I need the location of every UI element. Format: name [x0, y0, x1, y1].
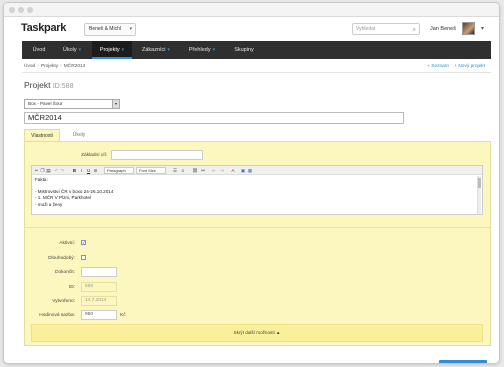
italic-icon[interactable]: I	[79, 167, 84, 174]
paragraph-select-value: Paragraph	[107, 168, 126, 173]
long-term-checkbox[interactable]	[81, 255, 86, 260]
user-menu-chevron-icon[interactable]: ▾	[481, 25, 484, 32]
chevron-down-icon: ▾	[121, 47, 125, 53]
main-navbar: Úvod Úkoly ▾ Projekty ▾ Zákazníci ▾ Přehled…	[22, 41, 491, 59]
table-icon[interactable]: ▦	[247, 167, 253, 174]
minimize-window-icon[interactable]	[18, 7, 24, 13]
divider	[22, 72, 491, 73]
created-label: Vytvořeno:	[52, 299, 75, 304]
clear-format-icon[interactable]: ⊘	[93, 167, 98, 174]
nav-item-prehledy[interactable]: Přehledy ▾	[182, 41, 222, 59]
window-titlebar	[4, 3, 499, 17]
editor-line: - muži a ženy	[35, 201, 63, 207]
search-input[interactable]: Vyhledat ⌕	[352, 23, 420, 35]
app-logo[interactable]: Taskpark	[21, 22, 66, 34]
close-window-icon[interactable]	[9, 7, 15, 13]
breadcrumb: Úvod › Projekty › MČR2014	[24, 64, 85, 69]
cut-icon[interactable]: ✂	[34, 167, 39, 174]
link-icon[interactable]: ⛓	[192, 167, 198, 174]
nav-item-label: Zákazníci	[141, 47, 166, 53]
page-title-text: Projekt	[24, 80, 51, 90]
browser-window: Taskpark Beneš & Michl ▾ Vyhledat ⌕ Jan …	[3, 2, 500, 364]
properties-panel: Základní cíl: ✂ ❐ ▤ ↶ ↷ B I U ⊘ Paragrap…	[24, 141, 491, 346]
maximize-window-icon[interactable]	[27, 7, 33, 13]
base-goal-input[interactable]	[111, 150, 203, 160]
breadcrumb-separator: ›	[60, 64, 62, 69]
hourly-rate-label: Hodinová sazba:	[39, 313, 75, 318]
deadline-label: Dokončit:	[55, 270, 75, 275]
copy-icon[interactable]: ❐	[40, 167, 45, 174]
breadcrumb-item[interactable]: Projekty	[41, 64, 58, 69]
page-title-id: ID:588	[52, 83, 74, 90]
paragraph-select[interactable]: Paragraph	[104, 167, 134, 174]
long-term-label: Dlouhodobý:	[48, 256, 75, 261]
breadcrumb-separator: ›	[37, 64, 39, 69]
base-goal-label: Základní cíl:	[81, 153, 107, 158]
search-icon[interactable]: ⌕	[413, 25, 416, 35]
font-size-select[interactable]: Font Size	[136, 167, 166, 174]
panel-divider	[25, 227, 490, 228]
bullet-list-icon[interactable]: ☰	[172, 167, 178, 174]
search-placeholder: Vyhledat	[356, 26, 376, 32]
id-label: ID:	[68, 285, 75, 290]
breadcrumb-item[interactable]: Úvod	[24, 64, 35, 69]
project-name-input[interactable]: MČR2014	[24, 112, 404, 124]
bold-icon[interactable]: B	[72, 167, 77, 174]
user-name[interactable]: Jan Beneš	[430, 26, 456, 32]
nav-item-label: Úvod	[32, 47, 46, 53]
company-select-label: Beneš & Michl	[89, 26, 121, 32]
top-links: « Seznam + Nový projekt	[423, 64, 485, 69]
editor-toolbar: ✂ ❐ ▤ ↶ ↷ B I U ⊘ Paragraph Font Size ☰ …	[32, 166, 482, 175]
unlink-icon[interactable]: ⚯	[200, 167, 206, 174]
undo-icon[interactable]: ↶	[54, 167, 59, 174]
toggle-more-options-button[interactable]: Skrýt další možnosti ▲	[31, 324, 483, 342]
hourly-rate-input[interactable]: 950	[81, 310, 117, 320]
numbered-list-icon[interactable]: ≡	[180, 167, 186, 174]
nav-item-ukoly[interactable]: Úkoly ▾	[55, 41, 89, 59]
nav-item-zakaznici[interactable]: Zákazníci ▾	[135, 41, 177, 59]
new-project-link[interactable]: + Nový projekt	[454, 64, 485, 69]
page-title: Projekt ID:588	[24, 80, 73, 90]
image-icon[interactable]: ▣	[240, 167, 246, 174]
outdent-icon[interactable]: ⇤	[211, 167, 217, 174]
chevron-down-icon: ▾	[212, 47, 216, 53]
redo-icon[interactable]: ↷	[60, 167, 65, 174]
active-label: Aktivní:	[59, 241, 75, 246]
save-button[interactable]	[439, 360, 487, 363]
chevron-down-icon: ▾	[129, 26, 132, 32]
font-size-select-value: Font Size	[139, 168, 156, 173]
nav-item-uvod[interactable]: Úvod	[26, 41, 52, 59]
list-link[interactable]: « Seznam	[427, 64, 449, 69]
underline-icon[interactable]: U	[86, 167, 91, 174]
avatar[interactable]	[462, 22, 475, 35]
company-select[interactable]: Beneš & Michl ▾	[84, 23, 136, 36]
text-color-icon[interactable]: A	[230, 167, 236, 174]
owner-select-value: Box - Pavel Šour	[28, 101, 63, 106]
nav-item-skupiny[interactable]: Skupiny	[227, 41, 261, 59]
editor-scrollbar[interactable]	[477, 176, 481, 214]
created-value: 14.7.2014	[81, 296, 117, 306]
nav-item-label: Skupiny	[234, 47, 254, 53]
breadcrumb-current: MČR2014	[63, 64, 86, 69]
nav-item-label: Přehledy	[188, 47, 211, 53]
editor-content[interactable]: Fakta: - Mistrovství ČR v boxu 24-26.10.…	[35, 177, 113, 208]
id-value: 588	[81, 282, 117, 292]
chevron-down-icon: ▾	[167, 47, 171, 53]
nav-item-label: Úkoly	[62, 47, 77, 53]
deadline-input[interactable]	[81, 267, 117, 277]
dropdown-arrow-icon[interactable]: ▾	[112, 100, 119, 108]
app-header: Taskpark Beneš & Michl ▾ Vyhledat ⌕ Jan …	[4, 17, 499, 41]
nav-item-label: Projekty	[99, 47, 120, 53]
indent-icon[interactable]: ⇥	[219, 167, 225, 174]
chevron-down-icon: ▾	[78, 47, 82, 53]
owner-select[interactable]: Box - Pavel Šour ▾	[24, 99, 120, 109]
description-editor[interactable]: ✂ ❐ ▤ ↶ ↷ B I U ⊘ Paragraph Font Size ☰ …	[31, 165, 483, 215]
paste-icon[interactable]: ▤	[46, 167, 51, 174]
scrollbar-thumb[interactable]	[478, 178, 481, 188]
active-checkbox[interactable]: ✓	[81, 240, 86, 245]
nav-item-projekty[interactable]: Projekty ▾	[92, 41, 132, 59]
currency-label: Kč	[120, 313, 126, 318]
